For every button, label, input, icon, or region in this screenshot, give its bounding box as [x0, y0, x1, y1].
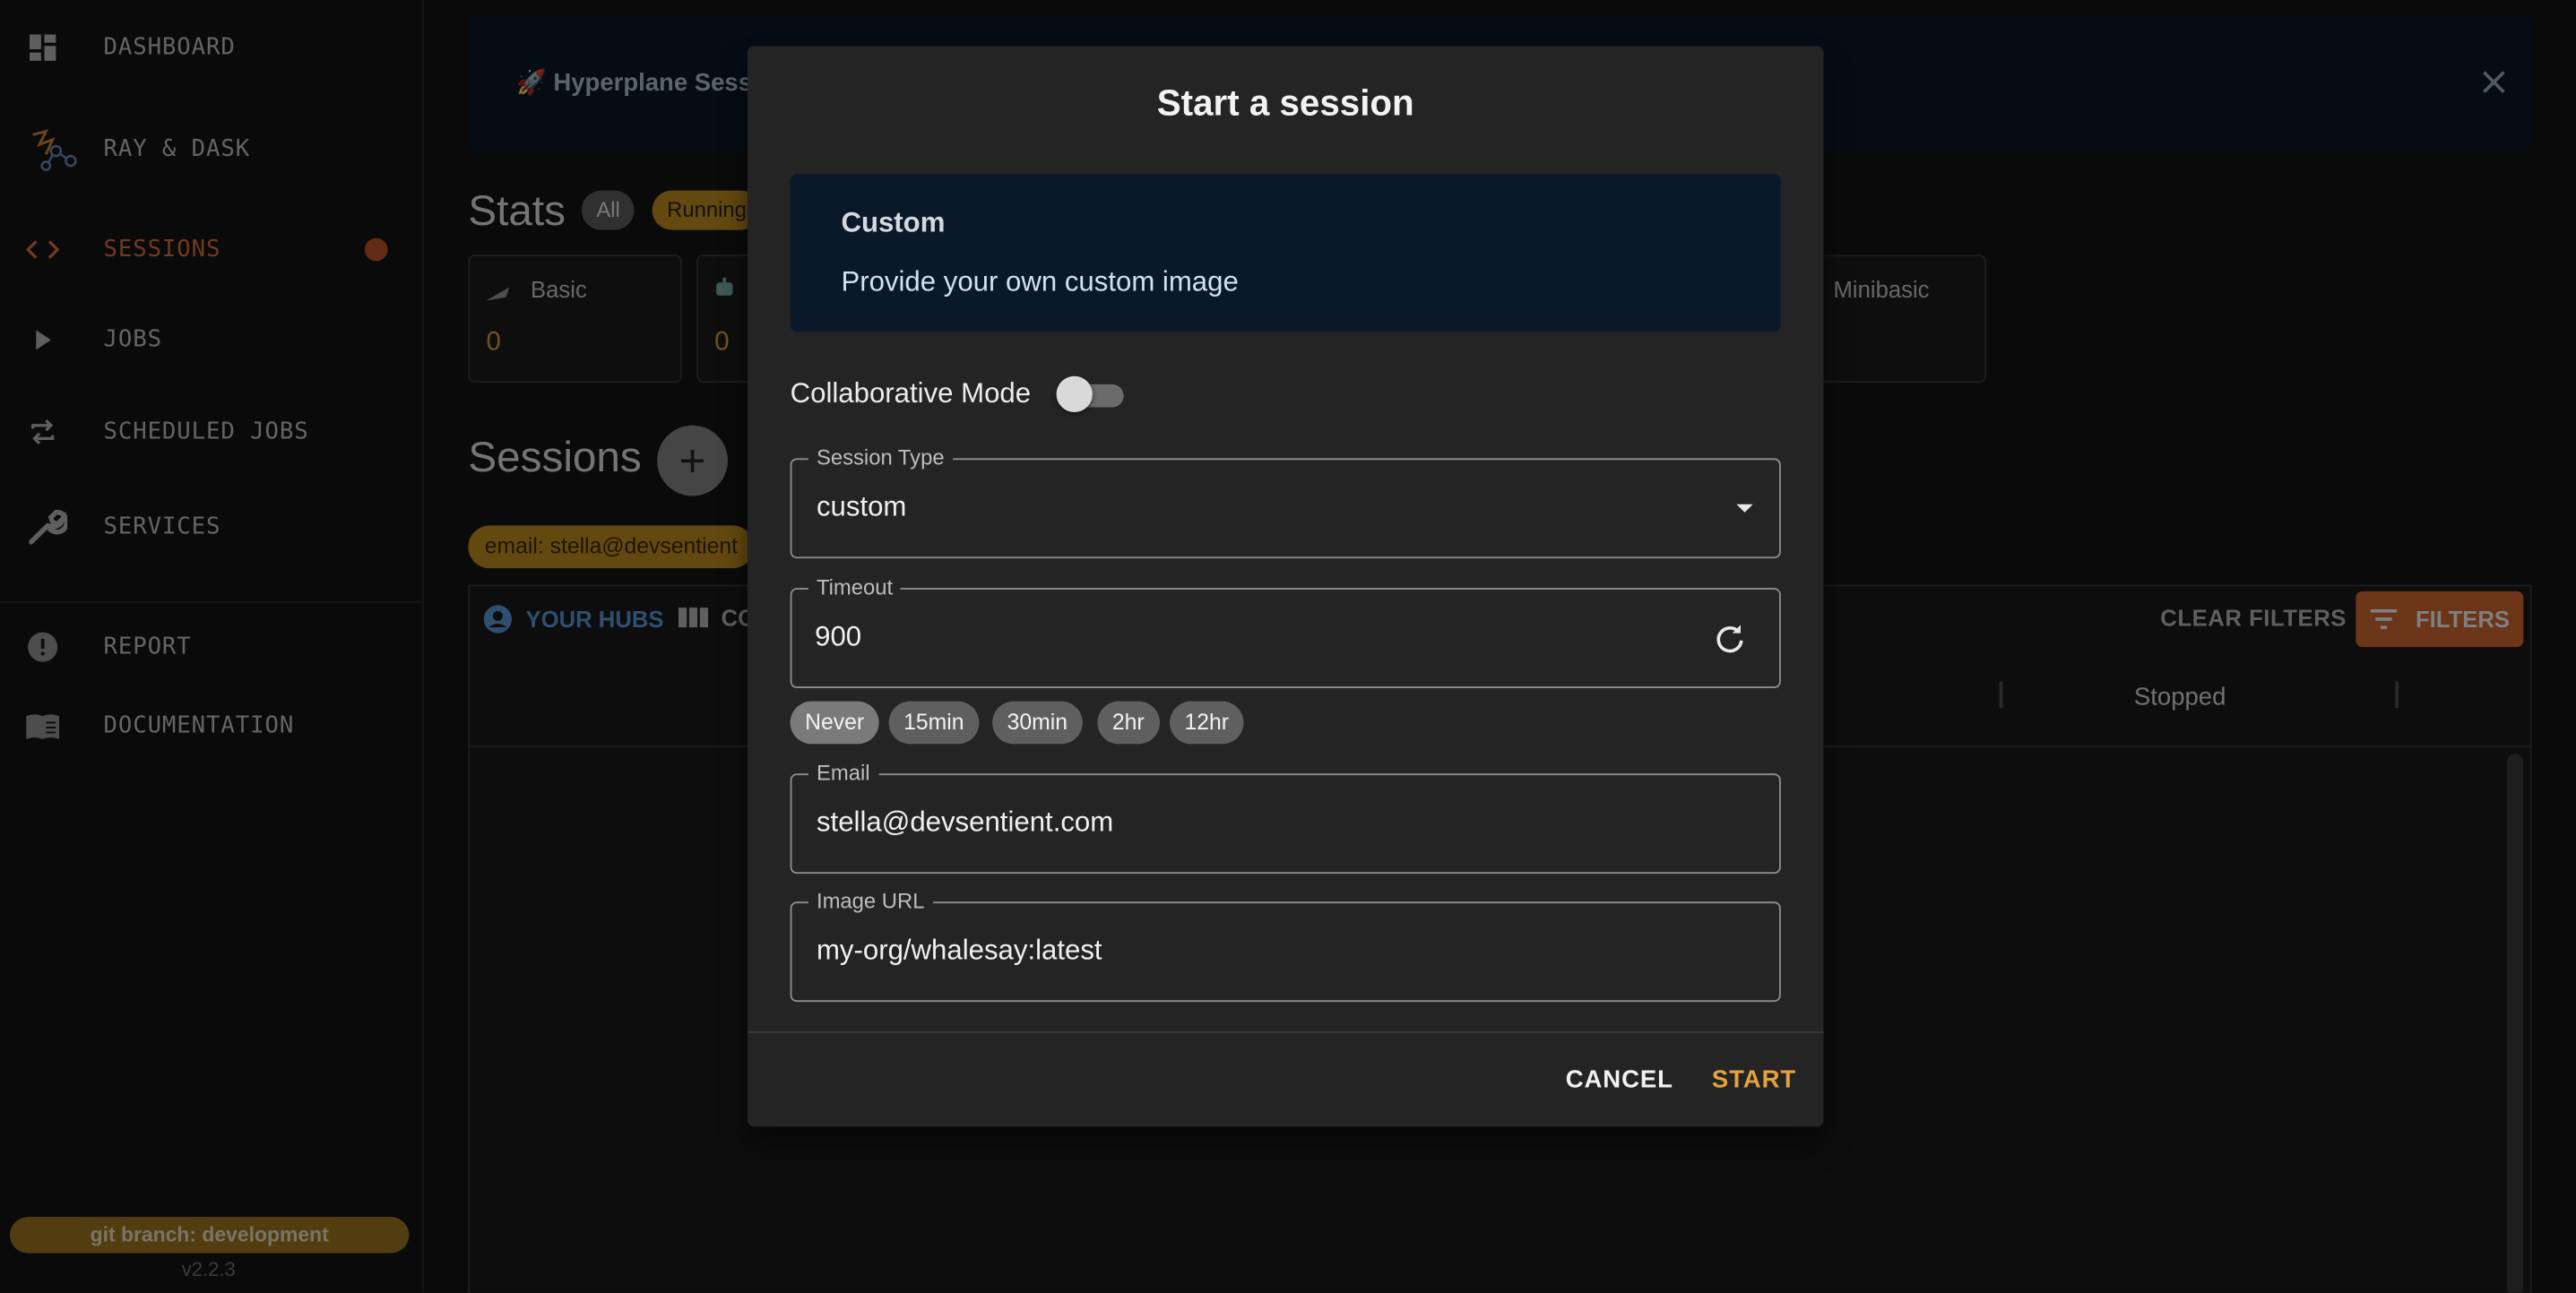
toggle-thumb[interactable]	[1056, 375, 1093, 413]
field-label: Image URL	[808, 888, 933, 915]
timeout-preset-12hr[interactable]: 12hr	[1170, 701, 1244, 745]
timeout-value: 900	[815, 620, 862, 652]
field-label: Session Type	[808, 444, 953, 472]
collaborative-mode-label: Collaborative Mode	[790, 377, 1032, 409]
refresh-icon[interactable]	[1712, 621, 1748, 657]
timeout-preset-15min[interactable]: 15min	[888, 701, 980, 745]
start-session-dialog: Start a session Custom Provide your own …	[747, 46, 1824, 1127]
custom-card-description: Provide your own custom image	[841, 265, 1239, 297]
image-url-value: my-org/whalesay:latest	[816, 934, 1102, 966]
session-type-value: custom	[816, 491, 907, 522]
dialog-actions-divider	[747, 1031, 1824, 1033]
timeout-field[interactable]: Timeout 900	[790, 574, 1781, 688]
email-value: stella@devsentient.com	[816, 806, 1114, 838]
start-button[interactable]: START	[1712, 1066, 1796, 1094]
dialog-title: Start a session	[1156, 82, 1414, 124]
email-field[interactable]: Email stella@devsentient.com	[790, 760, 1781, 875]
field-label: Timeout	[808, 574, 902, 601]
field-label: Email	[808, 760, 878, 787]
app-root: DASHBOARD RAY & DASK SESSIONS JOBS SC	[0, 0, 2576, 1293]
cancel-button[interactable]: CANCEL	[1566, 1066, 1673, 1094]
timeout-preset-30min[interactable]: 30min	[992, 701, 1083, 745]
custom-card-title: Custom	[841, 206, 946, 238]
timeout-preset-never[interactable]: Never	[790, 701, 879, 745]
chevron-down-icon	[1736, 504, 1753, 513]
custom-image-card[interactable]: Custom Provide your own custom image	[790, 174, 1781, 332]
session-type-select[interactable]: Session Type custom	[790, 444, 1781, 559]
image-url-field[interactable]: Image URL my-org/whalesay:latest	[790, 888, 1781, 1003]
timeout-preset-2hr[interactable]: 2hr	[1097, 701, 1160, 745]
